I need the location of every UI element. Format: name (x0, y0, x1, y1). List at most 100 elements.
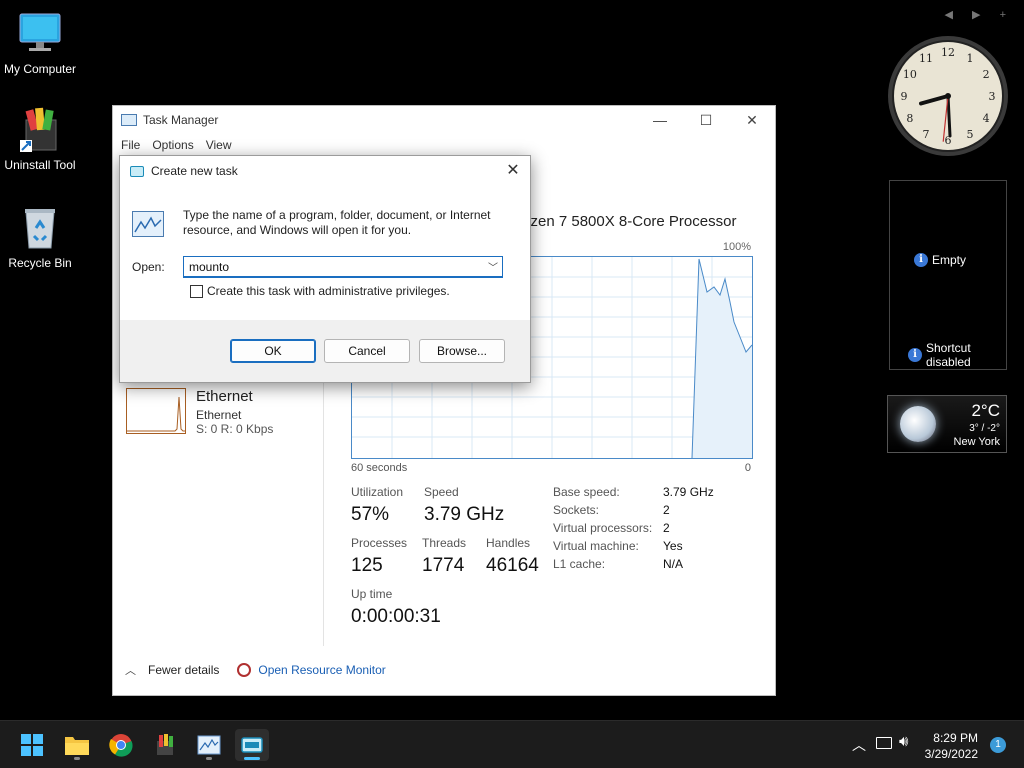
taskbar-clock[interactable]: 8:29 PM 3/29/2022 (925, 730, 978, 762)
slideshow-empty-label: Empty (932, 253, 967, 267)
info-icon: i (908, 348, 922, 362)
maximize-button[interactable]: ☐ (683, 106, 729, 134)
system-tray: ︿ 🔊︎ 8:29 PM 3/29/2022 1 (824, 721, 1024, 768)
clock-numeral: 4 (983, 112, 990, 125)
window-title: Task Manager (143, 113, 219, 127)
menu-options[interactable]: Options (152, 138, 193, 152)
minimize-button[interactable]: — (637, 106, 683, 134)
info-icon: i (914, 253, 928, 267)
menu-file[interactable]: File (121, 138, 140, 152)
weather-city: New York (953, 436, 1000, 448)
task-manager-footer: ︿ Fewer details Open Resource Monitor (113, 645, 775, 695)
open-combobox[interactable]: mounto ﹀ (183, 256, 503, 278)
graph-time-label: 60 seconds (351, 462, 408, 474)
chevron-up-icon: ︿ (125, 665, 136, 677)
checkbox-box[interactable] (190, 284, 203, 298)
taskbar-date: 3/29/2022 (924, 747, 978, 761)
browse-button[interactable]: Browse... (419, 339, 505, 363)
desktop-icon-uninstall-tool[interactable]: Uninstall Tool (0, 106, 80, 172)
disabled-label: disabled (926, 355, 971, 369)
chevron-up-icon[interactable]: ︿ (852, 735, 866, 755)
desktop-icon-label: Uninstall Tool (4, 158, 76, 172)
file-explorer-button[interactable] (60, 729, 94, 761)
admin-privileges-label: Create this task with administrative pri… (207, 284, 450, 298)
cpu-name: yzen 7 5800X 8-Core Processor (523, 213, 737, 230)
threads-label: Threads (422, 536, 467, 550)
task-manager-taskbar-button[interactable] (192, 729, 226, 761)
open-input-value[interactable]: mounto (189, 260, 229, 274)
ethernet-rate: S: 0 R: 0 Kbps (196, 422, 274, 436)
volume-icon[interactable]: 🔊︎ (899, 733, 908, 750)
gadget-controls[interactable]: ◀ ▶ + (945, 8, 1014, 21)
clock-numeral: 12 (941, 46, 955, 59)
network-icon[interactable] (876, 737, 892, 749)
dialog-titlebar[interactable]: Create new task (120, 156, 530, 186)
clock-numeral: 3 (989, 90, 996, 103)
ok-button[interactable]: OK (230, 339, 316, 363)
weather-gadget[interactable]: 2°C 3° / -2° New York (887, 395, 1007, 453)
dialog-close-button[interactable]: ✕ (502, 161, 524, 181)
l1-cache-value: N/A (663, 557, 684, 571)
sockets-key: Sockets: (553, 503, 600, 517)
dialog-footer: OK Cancel Browse... (120, 320, 530, 382)
notification-badge[interactable]: 1 (990, 737, 1006, 753)
taskbar: ︿ 🔊︎ 8:29 PM 3/29/2022 1 (0, 720, 1024, 768)
desktop-icon-label: My Computer (3, 62, 77, 76)
run-icon (130, 165, 144, 177)
slideshow-gadget[interactable]: i Empty i Shortcut disabled (889, 180, 1007, 370)
processes-value: 125 (351, 555, 383, 576)
recycle-bin-icon (16, 204, 64, 252)
uptime-value: 0:00:00:31 (351, 606, 441, 627)
start-button[interactable] (15, 729, 49, 761)
uninstall-tool-taskbar-button[interactable] (148, 729, 182, 761)
moon-icon (900, 406, 936, 442)
ethernet-resource-item[interactable]: Ethernet Ethernet S: 0 R: 0 Kbps (126, 388, 273, 436)
ethernet-title: Ethernet (196, 388, 253, 405)
admin-privileges-checkbox[interactable]: Create this task with administrative pri… (190, 284, 450, 298)
chrome-button[interactable] (104, 729, 138, 761)
run-dialog-taskbar-button[interactable] (235, 729, 269, 761)
dialog-title: Create new task (151, 164, 238, 178)
task-manager-icon (121, 114, 137, 126)
base-speed-key: Base speed: (553, 485, 620, 499)
uptime-label: Up time (351, 587, 393, 601)
monitor-icon (16, 10, 64, 58)
speed-value: 3.79 GHz (424, 504, 505, 525)
chevron-down-icon[interactable]: ﹀ (488, 259, 498, 274)
resource-monitor-icon (237, 663, 252, 677)
base-speed-value: 3.79 GHz (663, 485, 714, 499)
menu-view[interactable]: View (206, 138, 232, 152)
cancel-button[interactable]: Cancel (324, 339, 410, 363)
clock-face-icon: 1234567891011 12 (888, 36, 1008, 156)
fewer-details-label: Fewer details (148, 663, 220, 677)
handles-value: 46164 (486, 555, 539, 576)
fewer-details-button[interactable]: ︿ Fewer details (125, 662, 219, 678)
virtual-processors-key: Virtual processors: (553, 521, 653, 535)
clock-numeral: 5 (967, 128, 974, 141)
clock-numeral: 7 (923, 128, 930, 141)
ethernet-sparkline (126, 388, 186, 434)
utilization-value: 57% (351, 504, 390, 525)
weather-temp: 2°C (971, 401, 1000, 420)
create-new-task-dialog: Create new task ✕ Type the name of a pro… (119, 155, 531, 383)
processes-label: Processes (351, 536, 408, 550)
resource-monitor-label: Open Resource Monitor (258, 663, 386, 677)
open-resource-monitor-link[interactable]: Open Resource Monitor (237, 663, 386, 677)
close-button[interactable]: ✕ (729, 106, 775, 134)
sockets-value: 2 (663, 503, 670, 517)
run-icon (241, 737, 263, 753)
l1-cache-key: L1 cache: (553, 557, 606, 571)
analog-clock-gadget[interactable]: 1 2 3 4 5 6 7 8 9 10 11 12 (886, 34, 1010, 158)
virtual-processors-value: 2 (663, 521, 670, 535)
clock-numeral: 11 (919, 52, 933, 65)
utilization-label: Utilization (351, 485, 404, 499)
desktop-icon-my-computer[interactable]: My Computer (0, 10, 80, 76)
graph-zero-label: 0 (744, 462, 751, 474)
desktop-icon-recycle-bin[interactable]: Recycle Bin (0, 204, 80, 270)
clock-numeral: 1 (967, 52, 974, 65)
ethernet-adapter: Ethernet (196, 408, 242, 422)
threads-value: 1774 (422, 555, 465, 576)
menu-bar: File Options View (113, 134, 775, 156)
weather-range: 3° / -2° (969, 423, 1000, 434)
clock-numeral: 2 (983, 68, 990, 81)
